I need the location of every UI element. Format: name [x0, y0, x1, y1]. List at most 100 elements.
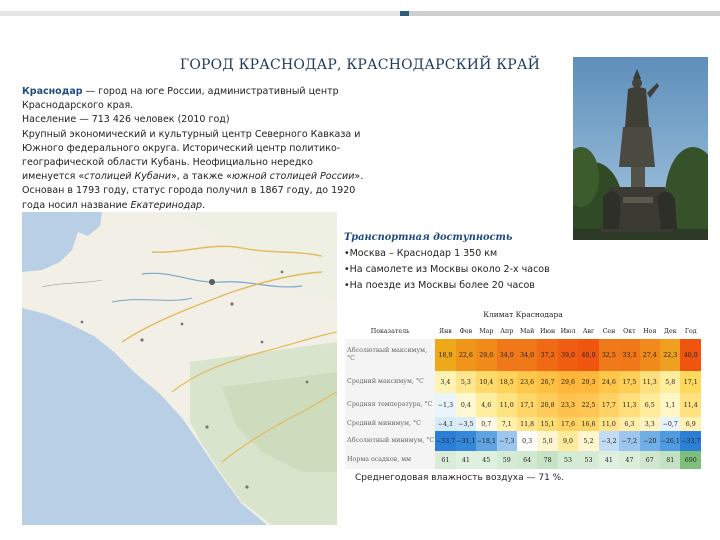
climate-cell: 11,3	[619, 393, 640, 417]
climate-cell: 26,7	[537, 371, 558, 393]
climate-cell: 37,2	[537, 339, 558, 371]
climate-cell: 17,1	[680, 371, 701, 393]
climate-cell: 17,5	[619, 371, 640, 393]
monument-photo-image	[573, 57, 708, 240]
climate-cell: −7,3	[496, 431, 517, 451]
center-italic-2: южной столицей России	[231, 171, 355, 183]
city-name-link[interactable]: Краснодар	[22, 86, 83, 97]
climate-cell: −0,7	[660, 417, 681, 431]
month-header: Июл	[560, 327, 576, 335]
month-header: Фев	[459, 327, 473, 335]
climate-cell: 59	[496, 451, 517, 469]
month-header: Июн	[540, 327, 556, 335]
climate-cell: 22,5	[578, 393, 599, 417]
top-bar-light-segment	[0, 11, 400, 16]
climate-cell: 5,2	[578, 431, 599, 451]
climate-cell: 18,5	[496, 371, 517, 393]
climate-cell: 40,0	[578, 339, 599, 371]
climate-row: Средняя температура, °C −1,3 0,4 4,6 11,0 17,…	[345, 393, 701, 417]
intro-text: Краснодар — город на юге России, админис…	[22, 85, 367, 213]
climate-cell: −20	[639, 431, 661, 451]
climate-cell: 15,1	[537, 417, 558, 431]
climate-cell: 32,5	[598, 339, 620, 371]
climate-cell: 47	[619, 451, 640, 469]
climate-header-row: Показатель Янв Фев Мар Апр Май Июн Июл А…	[345, 323, 701, 339]
climate-table: Показатель Янв Фев Мар Апр Май Июн Июл А…	[345, 323, 701, 469]
climate-cell: 61	[435, 451, 456, 469]
climate-row: Средний максимум, °C 3,4 5,3 10,4 18,5 23,6 26…	[345, 371, 701, 393]
climate-cell: 33,3	[619, 339, 640, 371]
climate-table-title: Климат Краснодара	[483, 310, 563, 319]
climate-cell: −1,3	[435, 393, 456, 417]
climate-row-label: Средняя температура, °C	[345, 393, 436, 417]
month-header: Мар	[479, 327, 494, 335]
climate-cell: −31,1	[455, 431, 477, 451]
top-bar-grey-segment	[409, 11, 720, 16]
climate-cell: 53	[557, 451, 579, 469]
month-header: Сен	[602, 327, 616, 335]
founded-italic: Екатеринодар	[130, 199, 203, 211]
climate-cell: 40,0	[680, 339, 701, 371]
region-map[interactable]	[22, 212, 337, 525]
climate-cell: 5,3	[455, 371, 477, 393]
center-text-b: », а также «	[170, 171, 232, 183]
climate-cell: 3,4	[435, 371, 456, 393]
climate-cell: −26,1	[660, 431, 681, 451]
intro-lead-paragraph: Краснодар — город на юге России, админис…	[22, 85, 367, 113]
climate-row-label: Средний минимум, °C	[345, 417, 436, 431]
climate-cell: 45	[476, 451, 497, 469]
climate-row-label: Норма осадков, мм	[345, 451, 436, 469]
climate-cell: 17,7	[598, 393, 620, 417]
month-header: Апр	[500, 327, 514, 335]
center-text-c: ».	[354, 171, 364, 183]
climate-cell: 39,0	[557, 339, 579, 371]
climate-row: Средний минимум, °C −4,1 −3,5 0,7 7,1 11,8 15,…	[345, 417, 701, 431]
climate-cell: 5,8	[660, 371, 681, 393]
climate-row-label: Абсолютный максимум, °C	[345, 339, 436, 371]
transport-section: Транспортная доступность •Москва – Красн…	[344, 230, 604, 294]
climate-cell: 17,1	[516, 393, 538, 417]
climate-cell: 23,6	[516, 371, 538, 393]
climate-cell: −33,7	[680, 431, 701, 451]
climate-cell: 53	[578, 451, 599, 469]
climate-table-section: Климат Краснодара Показатель Янв Фев Мар…	[345, 310, 701, 469]
climate-cell: 29,0	[476, 339, 497, 371]
month-header: Дек	[663, 327, 677, 335]
climate-cell: 29,3	[578, 371, 599, 393]
month-header: Ноя	[643, 327, 657, 335]
climate-cell: 16,6	[578, 417, 599, 431]
climate-header-label: Показатель	[370, 327, 410, 335]
transport-item: •На самолете из Москвы около 2-х часов	[344, 264, 550, 275]
climate-cell: 41	[598, 451, 620, 469]
intro-center-paragraph: Крупный экономический и культурный центр…	[22, 128, 367, 185]
climate-row: Абсолютный минимум, °C −33,7 −31,1 −18,1 −7,…	[345, 431, 701, 451]
month-header: Авг	[582, 327, 595, 335]
climate-cell: 29,6	[557, 371, 579, 393]
climate-cell: 6,9	[680, 417, 701, 431]
climate-cell: 27,4	[639, 339, 661, 371]
intro-population: Население — 713 426 человек (2010 год)	[22, 114, 230, 126]
climate-cell: 64	[516, 451, 538, 469]
month-header: Окт	[623, 327, 636, 335]
climate-cell: 41	[455, 451, 477, 469]
top-bar-accent-segment	[400, 11, 409, 16]
climate-cell: 6,5	[639, 393, 661, 417]
climate-cell: −4,1	[435, 417, 456, 431]
climate-cell: 3,3	[639, 417, 661, 431]
founded-end: .	[202, 199, 206, 211]
climate-cell: 34,0	[516, 339, 538, 371]
transport-item: •На поезде из Москвы более 20 часов	[344, 280, 535, 291]
center-italic-1: столицей Кубани	[84, 171, 171, 183]
climate-cell: 34,0	[496, 339, 517, 371]
climate-cell: 67	[639, 451, 661, 469]
climate-cell: 7,1	[496, 417, 517, 431]
climate-cell: 11,3	[639, 371, 661, 393]
climate-cell: 6,3	[619, 417, 640, 431]
climate-cell: −7,2	[619, 431, 640, 451]
climate-cell: 0,3	[516, 431, 538, 451]
climate-cell: 24,6	[598, 371, 620, 393]
region-map-image	[22, 212, 337, 525]
humidity-note: Среднегодовая влажность воздуха — 71 %.	[355, 473, 565, 483]
climate-cell: 11,0	[496, 393, 517, 417]
climate-row-label: Абсолютный минимум, °C	[345, 431, 436, 451]
